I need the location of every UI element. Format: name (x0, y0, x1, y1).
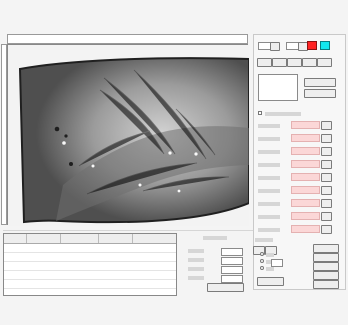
field-label-6 (258, 189, 280, 193)
center-action-button[interactable] (207, 283, 244, 292)
mode-button-1[interactable] (257, 58, 272, 67)
field-label-4 (258, 163, 280, 167)
grayscale-image (8, 45, 250, 226)
table-row-divider (4, 288, 176, 289)
field-button-9[interactable] (321, 225, 332, 234)
table-column-3 (60, 234, 99, 243)
result-field-3[interactable] (291, 147, 320, 155)
result-field-1[interactable] (291, 121, 320, 129)
field-label-left-4 (188, 276, 204, 280)
right-stack-button-3[interactable] (313, 262, 339, 271)
table-header (4, 234, 176, 244)
radio-option-1[interactable] (260, 252, 264, 256)
section-label (203, 236, 227, 240)
mode-button-5[interactable] (317, 58, 332, 67)
radio-label-3 (266, 267, 274, 271)
remove-action-button[interactable] (304, 89, 336, 98)
result-field-2[interactable] (291, 134, 320, 142)
mode-button-2[interactable] (272, 58, 287, 67)
table-row-divider (4, 270, 176, 271)
result-field-7[interactable] (291, 199, 320, 207)
color-swatch-icon-2[interactable] (320, 41, 330, 50)
top-ruler (7, 34, 248, 44)
radio-label-1 (266, 253, 274, 257)
mode-button-4[interactable] (302, 58, 317, 67)
field-label-5 (258, 176, 280, 180)
radio-option-3[interactable] (260, 266, 264, 270)
table-column-5 (132, 234, 178, 243)
field-button-2[interactable] (321, 134, 332, 143)
value-field-2[interactable] (221, 257, 243, 265)
bottom-mini-action[interactable] (257, 277, 284, 286)
list-box[interactable] (258, 74, 298, 101)
field-button-3[interactable] (321, 147, 332, 156)
field-button-4[interactable] (321, 160, 332, 169)
right-stack-button-4[interactable] (313, 271, 339, 280)
result-field-5[interactable] (291, 173, 320, 181)
field-button-1[interactable] (321, 121, 332, 130)
table-column-1 (4, 234, 27, 243)
field-label-left-2 (188, 258, 204, 262)
measurement-table[interactable] (3, 233, 177, 296)
field-label-7 (258, 202, 280, 206)
field-label-3 (258, 150, 280, 154)
application-window (0, 0, 348, 325)
right-stack-button-5[interactable] (313, 280, 339, 289)
checkbox-label (265, 112, 301, 116)
value-field-3[interactable] (221, 266, 243, 274)
dropdown-arrow-icon[interactable] (270, 42, 280, 51)
field-label-2 (258, 137, 280, 141)
right-stack-button-2[interactable] (313, 253, 339, 262)
option-checkbox[interactable] (258, 111, 262, 115)
result-field-6[interactable] (291, 186, 320, 194)
result-field-9[interactable] (291, 225, 320, 233)
color-swatch-icon[interactable] (307, 41, 317, 50)
table-column-2 (26, 234, 61, 243)
table-row-divider (4, 261, 176, 262)
field-button-8[interactable] (321, 212, 332, 221)
small-value-field[interactable] (271, 259, 283, 267)
value-field-1[interactable] (221, 248, 243, 256)
field-button-5[interactable] (321, 173, 332, 182)
table-row-divider (4, 252, 176, 253)
field-label-9 (258, 228, 280, 232)
field-button-7[interactable] (321, 199, 332, 208)
right-stack-button-1[interactable] (313, 244, 339, 253)
field-label-left-3 (188, 267, 204, 271)
field-label-left-1 (188, 249, 204, 253)
add-action-button[interactable] (304, 78, 336, 87)
table-column-4 (98, 234, 133, 243)
result-field-8[interactable] (291, 212, 320, 220)
table-row-divider (4, 279, 176, 280)
radio-option-2[interactable] (260, 259, 264, 263)
image-canvas[interactable] (7, 44, 250, 226)
value-field-4[interactable] (221, 275, 243, 283)
result-field-4[interactable] (291, 160, 320, 168)
mode-button-3[interactable] (287, 58, 302, 67)
field-label-1 (258, 124, 280, 128)
field-button-6[interactable] (321, 186, 332, 195)
field-label-8 (258, 215, 280, 219)
right-label (255, 238, 273, 242)
